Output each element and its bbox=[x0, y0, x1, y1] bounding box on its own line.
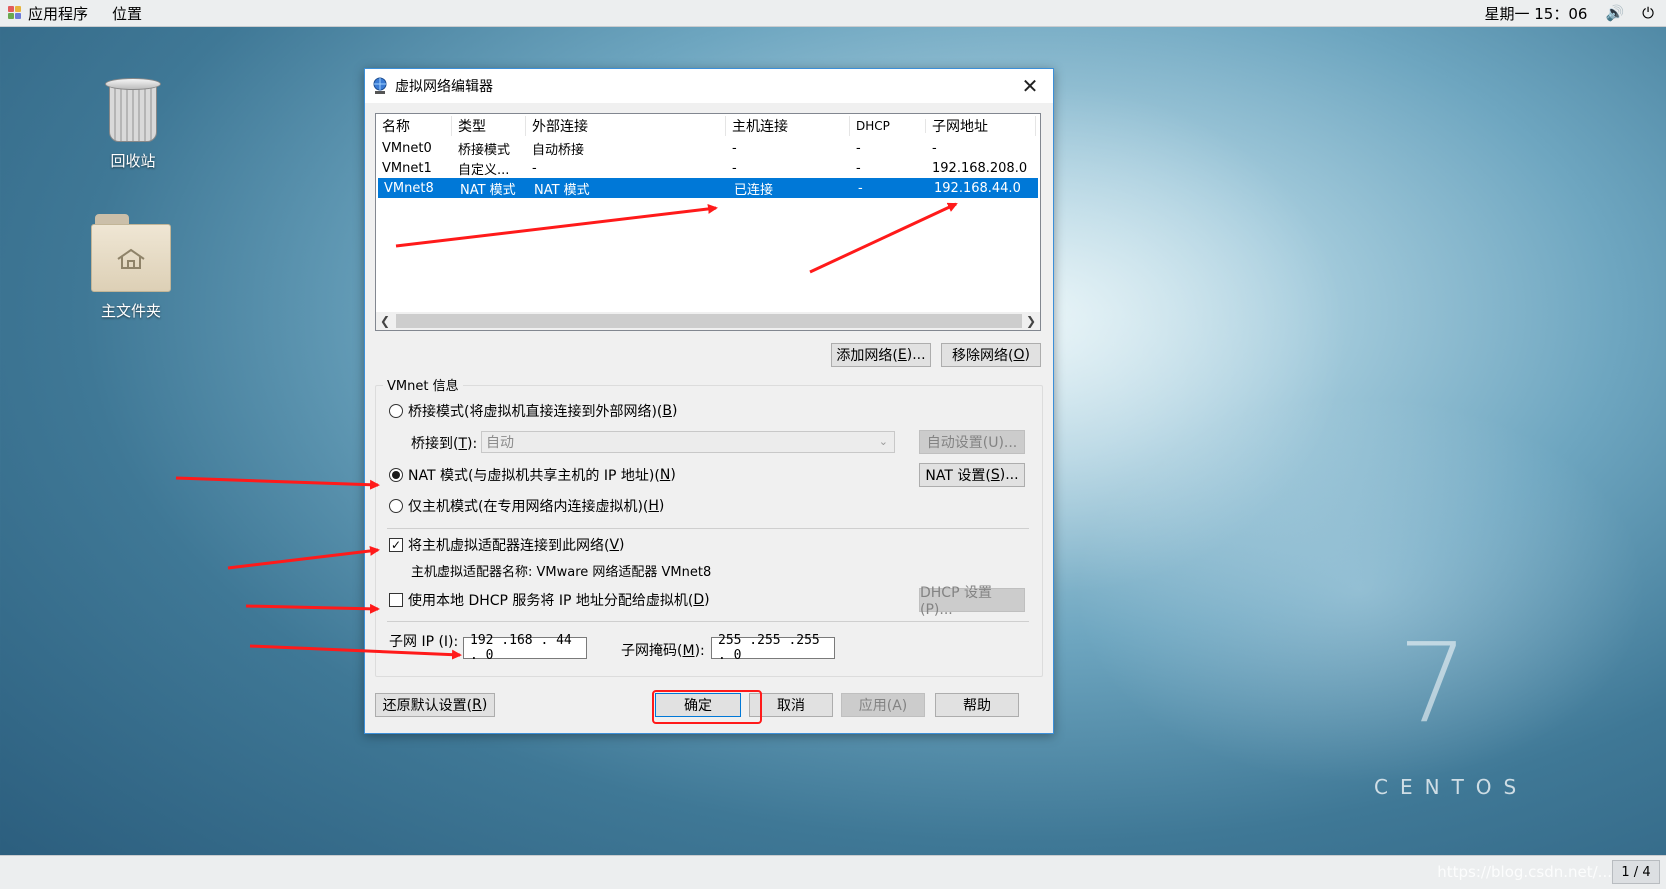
table-row-selected[interactable]: VMnet8 NAT 模式 NAT 模式 已连接 - 192.168.44.0 bbox=[378, 178, 1038, 198]
dhcp-settings-button[interactable]: DHCP 设置(P)... bbox=[919, 585, 1025, 618]
radio-unchecked-icon bbox=[389, 499, 403, 513]
column-header-subnet[interactable]: 子网地址 bbox=[926, 116, 1036, 136]
subnet-mask-input[interactable]: 255 .255 .255 . 0 bbox=[711, 633, 835, 663]
cell: - bbox=[856, 160, 861, 176]
cell: 192.168.44.0 bbox=[934, 180, 1021, 196]
cell: 已连接 bbox=[734, 182, 774, 198]
column-header-external[interactable]: 外部连接 bbox=[526, 116, 726, 136]
desktop-trash[interactable]: 回收站 bbox=[78, 78, 188, 171]
connect-adapter-checkbox[interactable]: ✓ 将主机虚拟适配器连接到此网络(V) bbox=[389, 535, 625, 555]
bridge-to-label: 桥接到(T): bbox=[411, 436, 478, 452]
cell: - bbox=[732, 140, 737, 156]
auto-settings-button[interactable]: 自动设置(U)... bbox=[919, 430, 1025, 454]
arrow-to-use-dhcp bbox=[245, 603, 380, 614]
cell: - bbox=[856, 140, 861, 156]
table-row[interactable]: VMnet1 自定义... - - - 192.168.208.0 bbox=[376, 158, 1040, 178]
subnet-ip-input[interactable]: 192 .168 . 44 . 0 bbox=[463, 633, 587, 663]
cell: - bbox=[732, 160, 737, 176]
workspace-pager[interactable]: 1 / 4 bbox=[1612, 860, 1660, 884]
cell: VMnet8 bbox=[384, 180, 434, 196]
speaker-icon[interactable]: 🔊 bbox=[1605, 4, 1624, 22]
horizontal-scrollbar[interactable]: ❮ ❯ bbox=[376, 312, 1040, 330]
host-only-radio[interactable]: 仅主机模式(在专用网络内连接虚拟机)(H) bbox=[389, 496, 664, 516]
cell: 自动桥接 bbox=[532, 142, 585, 158]
cell: - bbox=[532, 160, 537, 176]
cell: - bbox=[932, 140, 937, 156]
trash-label: 回收站 bbox=[110, 152, 156, 170]
cell: VMnet0 bbox=[382, 140, 432, 156]
remove-network-button[interactable]: 移除网络(O) bbox=[941, 343, 1041, 367]
cell: - bbox=[858, 180, 863, 196]
places-menu[interactable]: 位置 bbox=[112, 3, 142, 24]
cell: VMnet1 bbox=[382, 160, 432, 176]
radio-checked-icon bbox=[389, 468, 403, 482]
vmnet-info-label: VMnet 信息 bbox=[383, 375, 463, 394]
subnet-mask-label: 子网掩码(M): bbox=[621, 643, 705, 659]
column-header-host[interactable]: 主机连接 bbox=[726, 116, 850, 136]
help-button[interactable]: 帮助 bbox=[935, 693, 1019, 717]
bridge-to-select[interactable]: 自动 ⌄ bbox=[481, 431, 895, 453]
centos-logo-number: 7 bbox=[1398, 619, 1468, 747]
add-network-button[interactable]: 添加网络(E)... bbox=[831, 343, 931, 367]
apply-button[interactable]: 应用(A) bbox=[841, 693, 925, 717]
table-row[interactable]: VMnet0 桥接模式 自动桥接 - - - bbox=[376, 138, 1040, 158]
network-list-header: 名称 类型 外部连接 主机连接 DHCP 子网地址 bbox=[376, 114, 1040, 138]
close-button[interactable]: ✕ bbox=[1017, 73, 1043, 99]
virtual-network-editor-dialog: 虚拟网络编辑器 ✕ 名称 类型 外部连接 主机连接 DHCP 子网地址 VMne… bbox=[364, 68, 1054, 734]
scrollbar-thumb[interactable] bbox=[396, 314, 1022, 328]
desktop-home-folder[interactable]: 主文件夹 bbox=[76, 214, 186, 321]
clock[interactable]: 星期一 15：06 bbox=[1484, 3, 1587, 24]
home-folder-icon bbox=[91, 214, 171, 292]
scroll-right-icon[interactable]: ❯ bbox=[1022, 314, 1040, 328]
bottom-panel bbox=[0, 855, 1666, 889]
dialog-title: 虚拟网络编辑器 bbox=[395, 79, 493, 95]
column-header-type[interactable]: 类型 bbox=[452, 116, 526, 136]
ok-highlight-annotation bbox=[652, 690, 762, 724]
chevron-down-icon: ⌄ bbox=[878, 435, 888, 448]
cell: 桥接模式 bbox=[458, 142, 511, 158]
cell: 自定义... bbox=[458, 162, 510, 178]
applications-menu[interactable]: 应用程序 bbox=[28, 3, 88, 24]
top-panel: 应用程序 位置 星期一 15：06 🔊 ⏻ bbox=[0, 0, 1666, 27]
power-icon[interactable]: ⏻ bbox=[1642, 4, 1654, 22]
separator bbox=[387, 528, 1029, 529]
dialog-titlebar[interactable]: 虚拟网络编辑器 ✕ bbox=[365, 69, 1053, 103]
separator bbox=[387, 621, 1029, 622]
centos-logo-text: CENTOS bbox=[1374, 775, 1529, 799]
scroll-left-icon[interactable]: ❮ bbox=[376, 314, 394, 328]
use-dhcp-checkbox[interactable]: 使用本地 DHCP 服务将 IP 地址分配给虚拟机(D) bbox=[389, 590, 710, 610]
arrow-to-nat-mode bbox=[175, 476, 380, 490]
network-list[interactable]: 名称 类型 外部连接 主机连接 DHCP 子网地址 VMnet0 桥接模式 自动… bbox=[375, 113, 1041, 331]
watermark-text: https://blog.csdn.net/... bbox=[1437, 863, 1612, 881]
nat-settings-button[interactable]: NAT 设置(S)... bbox=[919, 463, 1025, 487]
checkbox-unchecked-icon bbox=[389, 593, 403, 607]
checkbox-checked-icon: ✓ bbox=[389, 538, 403, 552]
adapter-name-label: 主机虚拟适配器名称: VMware 网络适配器 VMnet8 bbox=[411, 565, 712, 580]
applications-icon[interactable] bbox=[8, 6, 22, 20]
trash-icon bbox=[105, 78, 161, 142]
cell: NAT 模式 bbox=[534, 182, 590, 198]
cell: 192.168.208.0 bbox=[932, 160, 1028, 176]
column-header-name[interactable]: 名称 bbox=[376, 116, 452, 136]
radio-unchecked-icon bbox=[389, 404, 403, 418]
restore-defaults-button[interactable]: 还原默认设置(R) bbox=[375, 693, 495, 717]
network-globe-icon bbox=[371, 77, 389, 95]
cell: NAT 模式 bbox=[460, 182, 516, 198]
bridge-mode-radio[interactable]: 桥接模式(将虚拟机直接连接到外部网络)(B) bbox=[389, 401, 677, 421]
column-header-dhcp[interactable]: DHCP bbox=[850, 119, 926, 133]
nat-mode-radio[interactable]: NAT 模式(与虚拟机共享主机的 IP 地址)(N) bbox=[389, 465, 676, 485]
home-folder-label: 主文件夹 bbox=[100, 302, 161, 320]
subnet-ip-label: 子网 IP (I): bbox=[389, 634, 459, 650]
arrow-to-connect-adapter bbox=[227, 545, 380, 570]
